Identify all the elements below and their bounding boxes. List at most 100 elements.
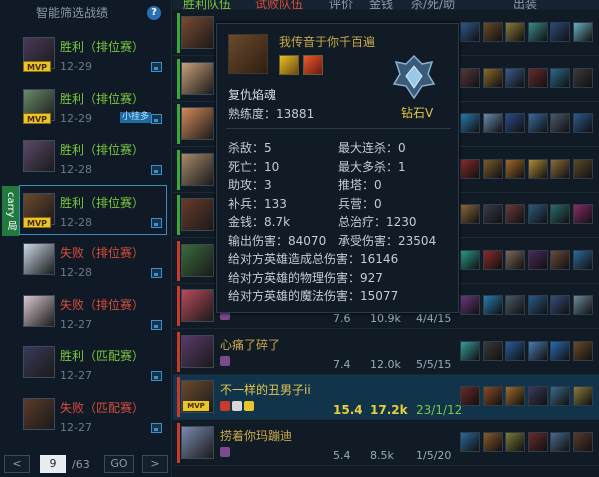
item-icon[interactable]	[505, 204, 525, 224]
match-item[interactable]: 失败（排位赛） 12-27	[0, 288, 172, 338]
item-icon[interactable]	[460, 340, 480, 361]
item-icon[interactable]	[505, 431, 525, 452]
player-row[interactable]: MVP 不一样的丑男子ii 15.4 17.2k 23/1/12	[173, 375, 599, 420]
item-icon[interactable]	[460, 22, 480, 42]
item-icon[interactable]	[527, 204, 548, 224]
item-icon[interactable]	[572, 158, 593, 179]
page-input[interactable]: 9	[40, 455, 66, 473]
match-item[interactable]: 胜利（排位赛） 12-28	[0, 133, 172, 183]
match-date: 12-27	[60, 420, 92, 434]
team-indicator	[177, 377, 180, 417]
item-icon[interactable]	[505, 386, 525, 406]
match-item[interactable]: MVP 胜利（排位赛） 12-28	[19, 184, 167, 235]
share-icon[interactable]	[151, 165, 162, 175]
item-icon[interactable]	[460, 67, 480, 88]
go-button[interactable]: GO	[104, 455, 134, 473]
item-icon[interactable]	[482, 67, 503, 88]
item-icon[interactable]	[482, 340, 503, 361]
prev-page-button[interactable]: <	[4, 455, 30, 473]
item-icon[interactable]	[550, 386, 570, 406]
item-icon[interactable]	[527, 431, 548, 452]
item-icon[interactable]	[460, 113, 480, 133]
share-icon[interactable]	[151, 113, 162, 124]
item-icon[interactable]	[550, 158, 570, 179]
share-icon[interactable]	[151, 422, 162, 433]
item-icon[interactable]	[527, 249, 548, 270]
item-icon[interactable]	[460, 431, 480, 452]
share-icon[interactable]	[151, 268, 162, 278]
item-icon[interactable]	[505, 158, 525, 179]
item-icon[interactable]	[460, 295, 480, 315]
stat-entry: 推塔：0	[338, 178, 382, 192]
item-icon[interactable]	[505, 249, 525, 270]
match-item[interactable]: 失败（匹配赛） 12-27	[0, 391, 172, 441]
item-icon[interactable]	[482, 113, 503, 133]
share-icon[interactable]	[151, 217, 162, 228]
item-icon[interactable]	[550, 340, 570, 361]
team-indicator	[177, 240, 180, 281]
kda-header: 杀/死/助	[411, 0, 456, 10]
mvp-badge: MVP	[23, 61, 51, 72]
item-icon[interactable]	[550, 431, 570, 452]
item-icon[interactable]	[572, 340, 593, 361]
item-icon[interactable]	[505, 340, 525, 361]
item-icon[interactable]	[550, 204, 570, 224]
item-icon[interactable]	[550, 113, 570, 133]
player-row[interactable]: 心痛了碎了 7.4 12.0k 5/5/15	[173, 330, 599, 375]
team-indicator	[177, 58, 180, 99]
item-icon[interactable]	[482, 204, 503, 224]
item-icon[interactable]	[550, 295, 570, 315]
stat-entry: 兵营：0	[338, 196, 382, 211]
stat-entry: 杀敌：5	[228, 141, 272, 155]
item-icon[interactable]	[527, 386, 548, 406]
champion-avatar	[181, 61, 214, 95]
item-icon[interactable]	[572, 113, 593, 133]
item-icon[interactable]	[572, 249, 593, 270]
match-item[interactable]: MVP 胜利（排位赛） 12-29 小挂多	[0, 82, 172, 132]
item-icon[interactable]	[572, 386, 593, 406]
item-icon[interactable]	[482, 431, 503, 452]
item-icon[interactable]	[527, 340, 548, 361]
match-item[interactable]: MVP 胜利（排位赛） 12-29	[0, 30, 172, 80]
match-history-panel: 智能筛选战绩 ? MVP 胜利（排位赛） 12-29 MVP 胜利（排位赛） 12-29 小…	[0, 0, 172, 477]
item-icon[interactable]	[572, 431, 593, 452]
item-icon[interactable]	[482, 158, 503, 179]
match-item[interactable]: 失败（排位赛） 12-28	[0, 236, 172, 286]
item-icon[interactable]	[482, 295, 503, 315]
item-icon[interactable]	[527, 113, 548, 133]
item-icon[interactable]	[572, 67, 593, 88]
item-icon[interactable]	[505, 113, 525, 133]
item-icon[interactable]	[572, 204, 593, 224]
share-icon[interactable]	[151, 371, 162, 381]
item-icon[interactable]	[550, 249, 570, 270]
item-icon[interactable]	[572, 22, 593, 42]
item-icon[interactable]	[550, 67, 570, 88]
item-icon[interactable]	[505, 295, 525, 315]
item-icon[interactable]	[527, 295, 548, 315]
player-row[interactable]: 捞着你玛蹦迪 5.4 8.5k 1/5/20	[173, 421, 599, 466]
item-icon[interactable]	[460, 204, 480, 224]
page-total: /63	[72, 458, 90, 471]
champion-avatar	[181, 107, 214, 140]
match-item[interactable]: 胜利（匹配赛） 12-27	[0, 339, 172, 389]
item-icon[interactable]	[482, 249, 503, 270]
item-icon[interactable]	[482, 386, 503, 406]
item-icon[interactable]	[527, 67, 548, 88]
item-icon[interactable]	[460, 386, 480, 406]
item-icon[interactable]	[460, 158, 480, 179]
item-icon[interactable]	[505, 22, 525, 42]
player-rating: 7.6	[333, 312, 351, 325]
item-icon[interactable]	[460, 249, 480, 270]
share-icon[interactable]	[151, 319, 162, 330]
help-icon[interactable]: ?	[147, 6, 161, 20]
item-icon[interactable]	[572, 295, 593, 315]
item-icon[interactable]	[482, 22, 503, 42]
item-icon[interactable]	[527, 22, 548, 42]
share-icon[interactable]	[151, 62, 162, 72]
champion-thumbnail	[23, 294, 55, 327]
next-page-button[interactable]: >	[142, 455, 168, 473]
item-icon[interactable]	[505, 67, 525, 88]
item-icon[interactable]	[550, 22, 570, 42]
item-icon[interactable]	[527, 158, 548, 179]
player-gold: 12.0k	[370, 357, 401, 371]
